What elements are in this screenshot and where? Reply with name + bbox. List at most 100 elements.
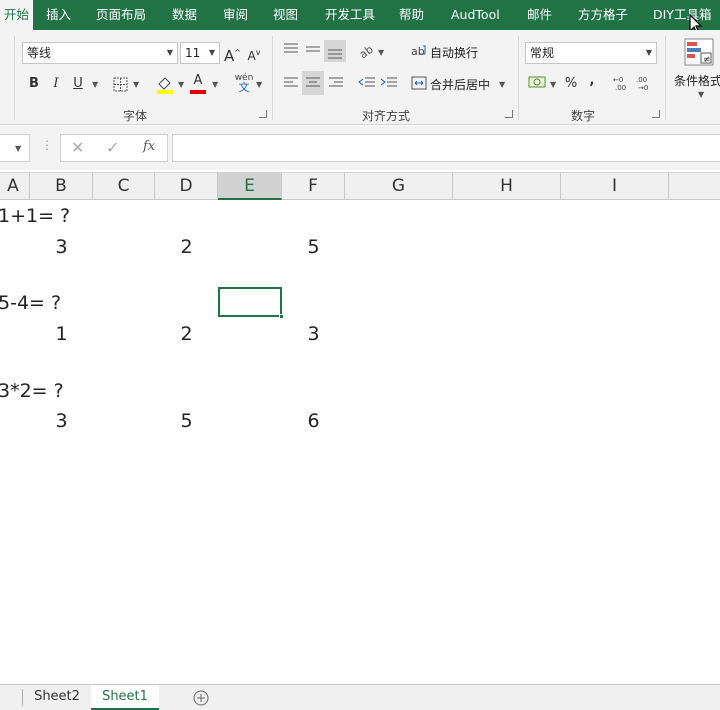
font-name-value: 等线 [27, 46, 52, 60]
tab-insert[interactable]: 插入 [46, 0, 71, 30]
insert-function-button[interactable]: fx [143, 139, 155, 154]
chevron-down-icon: ▼ [208, 48, 215, 57]
number-dialog-launcher-icon[interactable] [652, 110, 660, 118]
cell-d8[interactable]: 5 [155, 409, 218, 433]
number-format-value: 常规 [530, 46, 555, 60]
cell-a4[interactable]: 5-4= ? [0, 291, 61, 315]
alignment-dialog-launcher-icon[interactable] [505, 110, 513, 118]
merge-center-button[interactable]: 合并后居中 [430, 76, 490, 93]
name-box[interactable]: ▼ [0, 134, 30, 162]
column-header-b[interactable]: B [30, 173, 93, 200]
shrink-font-button[interactable]: Av [246, 42, 262, 64]
conditional-format-icon[interactable]: ≠ [684, 38, 714, 68]
comma-button[interactable]: , [586, 70, 598, 92]
formula-bar: ▼ ⋮ ✕ ✓ fx [0, 126, 720, 170]
cell-d2[interactable]: 2 [155, 235, 218, 259]
column-header-d[interactable]: D [155, 173, 218, 200]
chevron-down-icon[interactable]: ▼ [378, 48, 384, 57]
chevron-down-icon: ▼ [15, 144, 22, 153]
border-icon[interactable] [113, 77, 129, 93]
conditional-format-button[interactable]: 条件格式 [674, 72, 720, 89]
number-format-box[interactable]: 常规 ▼ [525, 42, 657, 64]
worksheet-grid[interactable] [0, 201, 720, 684]
formula-input[interactable] [172, 134, 720, 162]
chevron-down-icon[interactable]: ▼ [212, 80, 218, 89]
tab-developer[interactable]: 开发工具 [325, 0, 375, 30]
chevron-down-icon[interactable]: ▼ [698, 90, 704, 99]
chevron-down-icon[interactable]: ▼ [499, 80, 505, 89]
increase-decimal-icon[interactable]: ←0.00 [613, 74, 633, 92]
decrease-decimal-icon[interactable]: .00→0 [636, 74, 656, 92]
sheet-tab-bar: Sheet2 Sheet1 [0, 684, 720, 710]
chevron-down-icon[interactable]: ▼ [550, 80, 556, 89]
accounting-format-icon[interactable] [528, 75, 548, 91]
cancel-icon[interactable]: ✕ [71, 138, 84, 157]
cell-f2[interactable]: 5 [282, 235, 345, 259]
column-header-f[interactable]: F [282, 173, 345, 200]
chevron-down-icon[interactable]: ▼ [133, 80, 139, 89]
tab-fangfang[interactable]: 方方格子 [578, 0, 628, 30]
chevron-down-icon[interactable]: ▼ [92, 80, 98, 89]
tab-audtool[interactable]: AudTool [451, 0, 500, 30]
tab-review[interactable]: 审阅 [223, 0, 248, 30]
underline-button[interactable]: U [70, 73, 86, 95]
tab-home[interactable]: 开始 [0, 0, 34, 30]
wrap-text-icon[interactable]: ab [411, 43, 427, 59]
tab-data[interactable]: 数据 [172, 0, 197, 30]
cell-a1[interactable]: 1+1= ? [0, 204, 70, 228]
ribbon: 等线 ▼ 11 ▼ A^ Av B I U ▼ ▼ ▼ A ▼ wén 文 ▼ … [0, 30, 720, 125]
sheet-tab-sheet1[interactable]: Sheet1 [91, 685, 159, 710]
active-cell-e4[interactable] [218, 287, 282, 317]
tab-mail[interactable]: 邮件 [527, 0, 552, 30]
shrink-font-label: A [247, 49, 256, 63]
tab-view[interactable]: 视图 [273, 0, 298, 30]
grow-font-button[interactable]: A^ [224, 42, 241, 65]
font-dialog-launcher-icon[interactable] [259, 110, 267, 118]
tab-help[interactable]: 帮助 [399, 0, 424, 30]
italic-button[interactable]: I [48, 73, 64, 95]
decrease-indent-icon[interactable] [358, 75, 376, 91]
align-bottom-button[interactable] [324, 40, 346, 62]
merge-center-icon[interactable] [411, 76, 427, 90]
tab-page-layout[interactable]: 页面布局 [96, 0, 146, 30]
align-middle-icon[interactable] [305, 43, 321, 57]
cell-b5[interactable]: 1 [30, 322, 93, 346]
splitter-dots-icon[interactable]: ⋮ [41, 138, 53, 152]
column-header-h[interactable]: H [453, 173, 561, 200]
cell-b8[interactable]: 3 [30, 409, 93, 433]
enter-icon[interactable]: ✓ [106, 138, 119, 157]
cell-f8[interactable]: 6 [282, 409, 345, 433]
phonetic-button[interactable]: wén 文 [234, 73, 254, 93]
caret-down-icon: v [255, 48, 261, 57]
column-header-i[interactable]: I [561, 173, 669, 200]
orientation-icon[interactable]: ab [358, 42, 376, 58]
column-header-c[interactable]: C [93, 173, 155, 200]
chevron-down-icon[interactable]: ▼ [256, 80, 262, 89]
cell-f5[interactable]: 3 [282, 322, 345, 346]
cell-d5[interactable]: 2 [155, 322, 218, 346]
font-color-label: A [193, 73, 203, 88]
cell-b2[interactable]: 3 [30, 235, 93, 259]
align-right-icon[interactable] [328, 76, 344, 90]
fill-handle[interactable] [279, 314, 284, 319]
font-size-box[interactable]: 11 ▼ [180, 42, 220, 64]
column-header-g[interactable]: G [345, 173, 453, 200]
column-header-a[interactable]: A [0, 173, 30, 200]
align-center-button[interactable] [302, 71, 324, 95]
new-sheet-icon[interactable] [193, 690, 209, 706]
align-top-icon[interactable] [283, 42, 299, 56]
chevron-down-icon[interactable]: ▼ [178, 80, 184, 89]
fill-color-icon[interactable] [155, 74, 175, 94]
bold-button[interactable]: B [26, 73, 42, 95]
cell-a7[interactable]: 3*2= ? [0, 379, 64, 403]
group-separator [272, 36, 273, 120]
column-header-e[interactable]: E [218, 173, 282, 200]
sheet-tab-sheet2[interactable]: Sheet2 [24, 685, 90, 710]
font-name-box[interactable]: 等线 ▼ [22, 42, 178, 64]
increase-indent-icon[interactable] [380, 75, 398, 91]
number-group-label: 数字 [571, 109, 596, 123]
font-color-button[interactable]: A [190, 70, 206, 92]
align-left-icon[interactable] [283, 76, 299, 90]
wrap-text-button[interactable]: 自动换行 [430, 44, 478, 61]
percent-button[interactable]: % [563, 73, 579, 95]
